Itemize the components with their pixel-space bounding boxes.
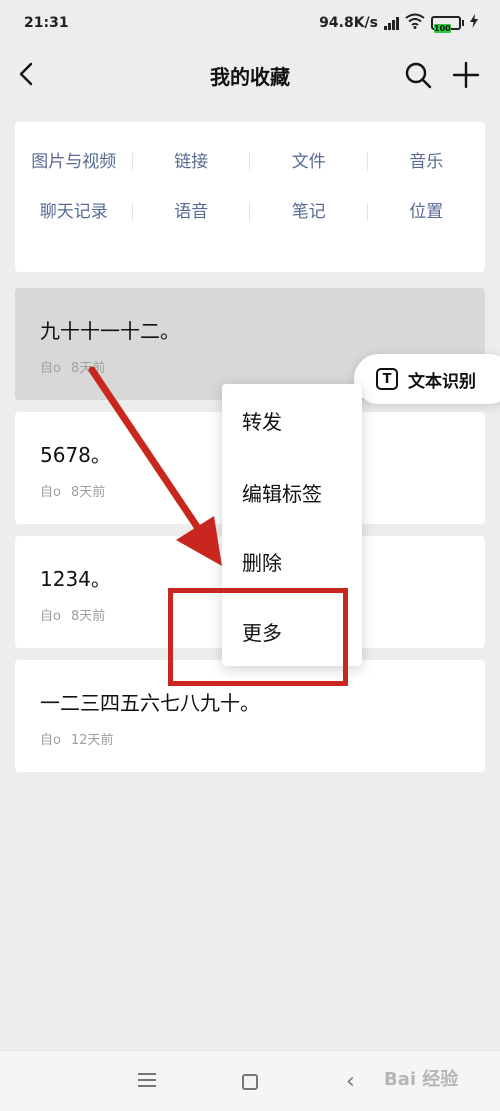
- status-bar: 21:31 94.8K/s 100: [0, 0, 500, 46]
- charging-icon: [470, 14, 478, 32]
- category-notes[interactable]: 笔记: [250, 199, 368, 225]
- baidu-jingyan-watermark: Bai 经验: [384, 1069, 459, 1090]
- menu-item-forward[interactable]: 转发: [242, 406, 282, 435]
- favorite-source: 自o: [40, 485, 61, 500]
- favorite-source: 自o: [40, 609, 61, 624]
- favorite-text: 1234。: [40, 567, 111, 591]
- favorite-source: 自o: [40, 361, 61, 376]
- battery-level: 100: [434, 24, 451, 33]
- favorite-time: 8天前: [70, 485, 106, 500]
- text-recognition-icon: T: [376, 368, 398, 390]
- text-recognition-button[interactable]: T 文本识别: [354, 354, 500, 404]
- favorite-time: 12天前: [70, 733, 114, 748]
- category-links[interactable]: 链接: [133, 149, 251, 175]
- category-chat-history[interactable]: 聊天记录: [15, 199, 133, 225]
- recent-apps-icon[interactable]: [138, 1073, 156, 1089]
- favorite-text: 5678。: [40, 443, 111, 467]
- favorite-meta: 自o 8天前: [40, 605, 105, 624]
- status-time: 21:31: [24, 15, 69, 31]
- favorite-text: 一二三四五六七八九十。: [40, 691, 260, 715]
- favorite-meta: 自o 12天前: [40, 729, 114, 748]
- favorite-meta: 自o 8天前: [40, 357, 105, 376]
- wifi-icon: [405, 13, 425, 33]
- favorite-source: 自o: [40, 733, 61, 748]
- home-icon[interactable]: [242, 1074, 258, 1090]
- battery-icon: 100: [431, 16, 464, 33]
- favorite-time: 8天前: [70, 609, 106, 624]
- menu-item-edit-tags[interactable]: 编辑标签: [242, 478, 322, 507]
- top-bar: 我的收藏: [0, 46, 500, 104]
- signal-icon: [384, 16, 399, 30]
- page-title: 我的收藏: [210, 64, 290, 89]
- category-location[interactable]: 位置: [368, 199, 486, 225]
- add-icon[interactable]: [450, 59, 482, 91]
- annotation-highlight-box: [168, 588, 348, 686]
- status-indicators: 94.8K/s 100: [319, 13, 478, 33]
- category-card: 图片与视频 链接 文件 音乐 聊天记录 语音 笔记 位置: [15, 122, 485, 272]
- favorite-time: 8天前: [70, 361, 106, 376]
- category-music[interactable]: 音乐: [368, 149, 486, 175]
- category-photos-videos[interactable]: 图片与视频: [15, 149, 133, 175]
- nav-back-icon[interactable]: ‹: [346, 1071, 355, 1093]
- menu-item-delete[interactable]: 删除: [242, 547, 282, 576]
- system-nav-bar: ‹ Bai 经验: [0, 1050, 500, 1111]
- back-arrow-icon[interactable]: [12, 58, 44, 90]
- search-icon[interactable]: [402, 59, 434, 91]
- favorite-text: 九十十一十二。: [40, 319, 180, 343]
- network-speed: 94.8K/s: [319, 15, 378, 31]
- text-recognition-label: 文本识别: [408, 371, 476, 392]
- category-grid: 图片与视频 链接 文件 音乐 聊天记录 语音 笔记 位置: [15, 149, 485, 225]
- category-voice[interactable]: 语音: [133, 199, 251, 225]
- favorite-meta: 自o 8天前: [40, 481, 105, 500]
- category-files[interactable]: 文件: [250, 149, 368, 175]
